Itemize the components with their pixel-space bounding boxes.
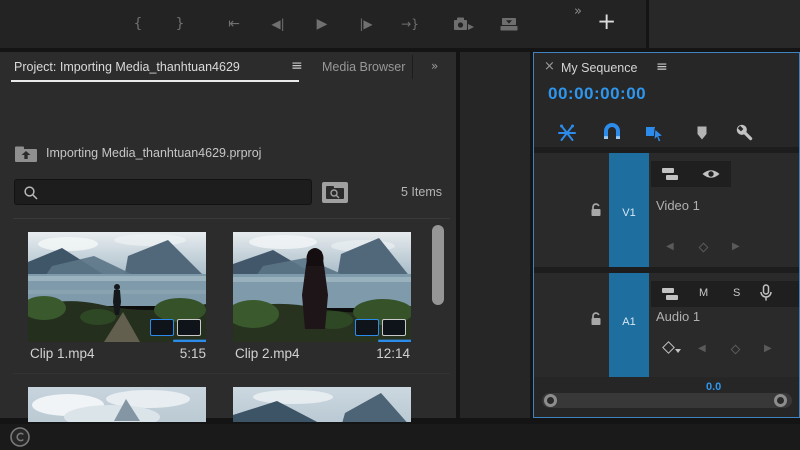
snap-magnet-icon[interactable]: [601, 122, 623, 144]
previous-keyframe-icon[interactable]: ◀: [666, 241, 674, 252]
items-count: 5 Items: [401, 185, 442, 199]
previous-keyframe-icon[interactable]: ◀: [698, 343, 706, 354]
timeline-settings-wrench-icon[interactable]: [734, 122, 756, 144]
tab-project[interactable]: Project: Importing Media_thanhtuan4629: [14, 60, 240, 74]
tab-separator: [412, 55, 413, 79]
next-keyframe-icon[interactable]: ▶: [764, 343, 772, 354]
tools-panel: T: [460, 52, 530, 418]
next-keyframe-icon[interactable]: ▶: [732, 241, 740, 252]
clip-duration: 5:15: [179, 346, 206, 361]
clip-thumbnail-2[interactable]: [233, 232, 411, 342]
keyframe-type-icon[interactable]: [662, 341, 675, 354]
tab-sequence[interactable]: My Sequence: [561, 61, 637, 75]
clip-thumbnail-3[interactable]: [28, 387, 206, 422]
close-panel-icon[interactable]: ×: [544, 59, 555, 74]
nest-toggle-icon[interactable]: [556, 122, 578, 144]
solo-track-button[interactable]: S: [733, 287, 740, 299]
add-marker-icon[interactable]: [691, 122, 713, 144]
premiere-pro-window: { } ⇤ ◀| ▶ |▶ →} » + Project: Importing …: [0, 0, 800, 450]
search-bin-icon: [326, 186, 344, 199]
tab-overflow-chevron-icon[interactable]: »: [431, 59, 438, 73]
mute-track-button[interactable]: M: [699, 287, 708, 299]
clip-thumbnail-4[interactable]: [233, 387, 411, 422]
sync-lock-icon[interactable]: [661, 166, 679, 182]
linked-selection-icon[interactable]: [644, 122, 666, 144]
creative-cloud-icon[interactable]: [9, 426, 31, 448]
video-track-name: Video 1: [656, 198, 700, 213]
timeline-panel: × My Sequence ≡ 00:00:00:00 V1 Video 1 ◀…: [533, 52, 800, 418]
panel-menu-icon[interactable]: ≡: [291, 58, 303, 74]
export-frame-icon[interactable]: [452, 14, 476, 34]
go-to-in-icon[interactable]: ⇤: [222, 0, 246, 48]
video-track-header: V1 Video 1 ◀ ▶: [534, 153, 799, 267]
horizontal-scrollbar[interactable]: [542, 393, 792, 408]
audio-badge-icon[interactable]: [382, 319, 406, 336]
taskbar: [0, 424, 800, 450]
clip-thumbnail-1[interactable]: [28, 232, 206, 342]
clip-grid: Clip 1.mp4 5:15 Clip 2.mp4 12:14: [13, 218, 450, 422]
audio-track-header: A1 M S Audio 1 ◀ ▶: [534, 273, 799, 377]
active-tab-underline: [11, 80, 299, 82]
mark-in-icon[interactable]: {: [128, 0, 148, 48]
toggle-track-output-eye-icon[interactable]: [701, 167, 721, 181]
breadcrumb[interactable]: Importing Media_thanhtuan4629.prproj: [46, 146, 261, 160]
keyframe-type-dropdown-icon[interactable]: [675, 349, 681, 353]
timeline-panel-menu-icon[interactable]: ≡: [656, 59, 668, 75]
project-panel: Project: Importing Media_thanhtuan4629 ≡…: [0, 52, 456, 450]
toolbar-overflow-chevron-icon[interactable]: »: [574, 4, 582, 19]
clip-2-badges: [355, 319, 411, 342]
search-box: [14, 179, 312, 205]
step-forward-icon[interactable]: |▶: [352, 0, 380, 48]
export-media-icon[interactable]: [498, 14, 522, 34]
audio-badge-icon[interactable]: [177, 319, 201, 336]
scrollbar-left-handle[interactable]: [544, 394, 557, 407]
clip-4-preview: [233, 387, 411, 422]
video-track-button-strip: [651, 161, 731, 187]
video-badge-icon[interactable]: [150, 319, 206, 342]
tab-media-browser[interactable]: Media Browser: [322, 60, 408, 74]
search-bin-button[interactable]: [322, 182, 348, 203]
clip-duration: 12:14: [376, 346, 410, 361]
add-keyframe-icon[interactable]: [698, 242, 709, 253]
audio-track-target[interactable]: A1: [609, 273, 649, 377]
track-lock-icon[interactable]: [588, 202, 604, 218]
toolbar-right-section: [649, 0, 800, 48]
search-icon: [24, 186, 38, 200]
scrollbar-right-handle[interactable]: [774, 394, 787, 407]
voiceover-record-mic-icon[interactable]: [759, 284, 773, 303]
vertical-scrollbar[interactable]: [432, 225, 444, 305]
grid-row-divider: [13, 373, 450, 374]
step-back-icon[interactable]: ◀|: [264, 0, 292, 48]
audio-track-button-strip: M S: [651, 281, 799, 307]
video-track-target[interactable]: V1: [609, 153, 649, 267]
mark-out-icon[interactable]: }: [170, 0, 190, 48]
audio-track-name: Audio 1: [656, 309, 701, 324]
add-button[interactable]: +: [597, 9, 616, 35]
audio-gain-value[interactable]: 0.0: [706, 381, 721, 393]
transport-toolbar: { } ⇤ ◀| ▶ |▶ →} » +: [0, 0, 646, 48]
add-keyframe-icon[interactable]: [730, 344, 741, 355]
clip-name: Clip 2.mp4: [235, 346, 300, 361]
track-lock-icon[interactable]: [588, 311, 604, 327]
clip-1-badges: [150, 319, 206, 342]
project-home-icon[interactable]: [14, 145, 39, 163]
insert-icon[interactable]: →}: [396, 0, 424, 48]
track-target-label: V1: [622, 207, 636, 219]
playhead-timecode[interactable]: 00:00:00:00: [548, 84, 646, 104]
clip-name: Clip 1.mp4: [30, 346, 95, 361]
video-badge-icon[interactable]: [355, 319, 411, 342]
search-input[interactable]: [45, 181, 305, 203]
timeline-bottom-zone: 0.0: [534, 377, 799, 417]
play-icon[interactable]: ▶: [310, 0, 334, 48]
track-target-label: A1: [622, 316, 636, 328]
clip-3-preview: [28, 387, 206, 422]
sync-lock-icon[interactable]: [661, 286, 679, 302]
